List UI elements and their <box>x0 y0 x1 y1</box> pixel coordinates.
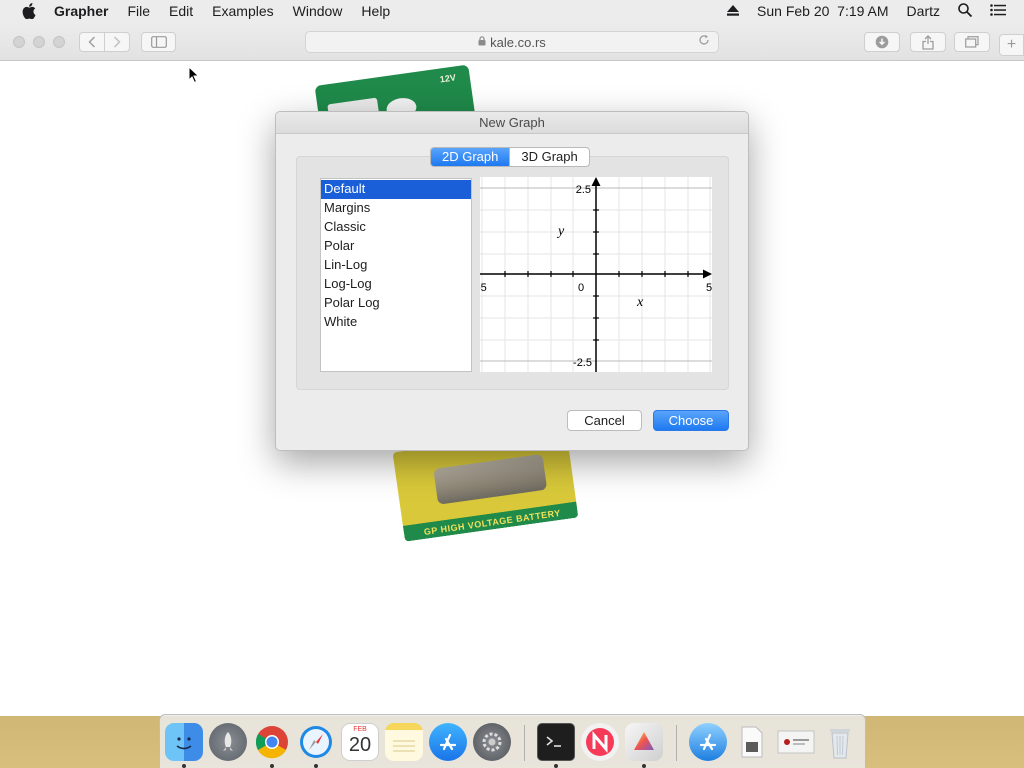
product-voltage-label: 12V <box>439 72 457 85</box>
notification-center-icon[interactable] <box>990 3 1006 19</box>
graph-preview: 2.5 -2.5 -5 5 0 y x <box>480 177 712 372</box>
menu-help[interactable]: Help <box>361 3 390 19</box>
calendar-day: 20 <box>348 734 372 756</box>
menu-file[interactable]: File <box>127 3 150 19</box>
template-item-classic[interactable]: Classic <box>321 218 471 237</box>
back-button[interactable] <box>79 32 105 52</box>
y-max-label: 2.5 <box>576 184 591 196</box>
user-menu[interactable]: Dartz <box>907 3 940 19</box>
mouse-cursor-icon <box>188 65 200 87</box>
apple-menu-icon[interactable] <box>20 3 38 19</box>
reload-icon[interactable] <box>698 34 710 49</box>
downloads-folder-icon[interactable] <box>689 723 727 761</box>
template-item-polar[interactable]: Polar <box>321 237 471 256</box>
choose-button[interactable]: Choose <box>653 410 729 431</box>
tab-2d-graph[interactable]: 2D Graph <box>431 148 510 166</box>
x-axis-label: x <box>636 295 644 310</box>
notes-icon[interactable] <box>385 723 423 761</box>
menu-bar: Grapher File Edit Examples Window Help S… <box>0 0 1024 22</box>
launchpad-icon[interactable] <box>209 723 247 761</box>
template-item-polar-log[interactable]: Polar Log <box>321 294 471 313</box>
origin-label: 0 <box>578 282 584 294</box>
chrome-icon[interactable] <box>253 723 291 761</box>
template-list: Default Margins Classic Polar Lin-Log Lo… <box>320 178 472 372</box>
template-item-default[interactable]: Default <box>321 180 471 199</box>
minimize-window-button[interactable] <box>33 36 45 48</box>
share-button[interactable] <box>910 32 946 52</box>
terminal-icon[interactable] <box>537 723 575 761</box>
app-store-icon[interactable] <box>429 723 467 761</box>
system-preferences-icon[interactable] <box>473 723 511 761</box>
menu-app-grapher[interactable]: Grapher <box>54 3 108 19</box>
downloads-button[interactable] <box>864 32 900 52</box>
news-icon[interactable] <box>581 723 619 761</box>
spotlight-search-icon[interactable] <box>958 2 973 20</box>
y-min-label: -2.5 <box>573 357 592 369</box>
browser-toolbar: kale.co.rs + <box>0 22 1024 61</box>
graph-type-segmented-control: 2D Graph 3D Graph <box>430 147 590 167</box>
menu-examples[interactable]: Examples <box>212 3 273 19</box>
trash-icon[interactable] <box>821 723 859 761</box>
calendar-icon[interactable]: FEB 20 <box>341 723 379 761</box>
zoom-window-button[interactable] <box>53 36 65 48</box>
tab-3d-graph[interactable]: 3D Graph <box>509 148 588 166</box>
battery-image <box>433 453 548 505</box>
dock: FEB 20 <box>159 714 866 768</box>
finder-icon[interactable] <box>165 723 203 761</box>
dialog-title: New Graph <box>276 112 748 134</box>
safari-icon[interactable] <box>297 723 335 761</box>
file-thumbnail-icon[interactable] <box>777 723 815 761</box>
chrome-running-indicator <box>270 764 274 768</box>
menu-window[interactable]: Window <box>293 3 343 19</box>
grapher-running-indicator <box>642 764 646 768</box>
sidebar-toggle-button[interactable] <box>141 32 176 52</box>
close-window-button[interactable] <box>13 36 25 48</box>
new-tab-button[interactable]: + <box>999 34 1024 56</box>
template-item-white[interactable]: White <box>321 313 471 332</box>
safari-running-indicator <box>314 764 318 768</box>
template-item-margins[interactable]: Margins <box>321 199 471 218</box>
calendar-month: FEB <box>353 726 367 733</box>
template-item-lin-log[interactable]: Lin-Log <box>321 256 471 275</box>
x-max-label: 5 <box>706 282 712 294</box>
menu-edit[interactable]: Edit <box>169 3 193 19</box>
terminal-running-indicator <box>554 764 558 768</box>
url-text: kale.co.rs <box>490 34 546 50</box>
template-item-log-log[interactable]: Log-Log <box>321 275 471 294</box>
eject-icon[interactable] <box>727 3 740 19</box>
cancel-button[interactable]: Cancel <box>567 410 642 431</box>
forward-button[interactable] <box>104 32 130 52</box>
x-min-label: -5 <box>480 282 487 294</box>
lock-icon <box>478 36 486 48</box>
grapher-icon[interactable] <box>625 723 663 761</box>
new-graph-dialog: New Graph 2D Graph 3D Graph Default Marg… <box>275 111 749 451</box>
dock-separator <box>524 725 525 761</box>
clock-datetime[interactable]: Sun Feb 20 7:19 AM <box>757 3 889 19</box>
tab-overview-button[interactable] <box>954 32 990 52</box>
address-bar[interactable]: kale.co.rs <box>305 31 719 53</box>
dock-separator-2 <box>676 725 677 761</box>
y-axis-label: y <box>556 224 565 239</box>
document-icon[interactable] <box>733 723 771 761</box>
finder-running-indicator <box>182 764 186 768</box>
